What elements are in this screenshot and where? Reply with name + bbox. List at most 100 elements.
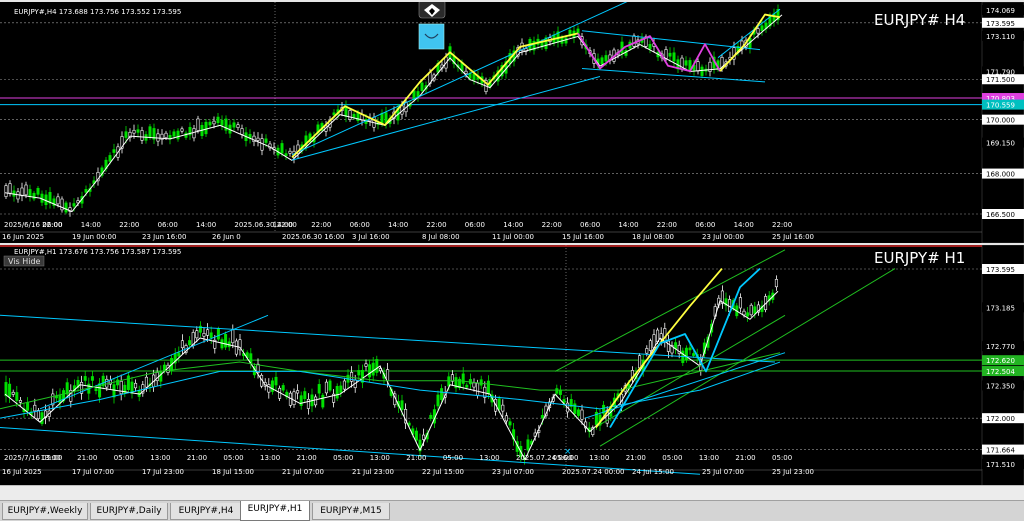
tab-h1-label: EURJPY#,H1 (247, 504, 303, 514)
candle-body (317, 384, 321, 394)
candle-body (749, 304, 753, 316)
price-label: 169.150 (986, 140, 1015, 148)
time-label: 21:00 (626, 454, 646, 462)
time-label: 05:00 (443, 454, 463, 462)
candle-body (58, 394, 62, 404)
candle-body (4, 382, 8, 397)
candle-body (204, 121, 208, 135)
candle-body (264, 138, 268, 143)
candle-body (742, 310, 746, 316)
vis-hide-button[interactable]: Vis Hide (8, 257, 41, 266)
price-label: 172.504 (986, 368, 1015, 376)
candle-body (620, 41, 624, 54)
candle-body (508, 421, 512, 426)
time-label: 21:00 (735, 454, 755, 462)
candle-body (220, 119, 224, 126)
time-label: 21:00 (406, 454, 426, 462)
time-label: 05:00 (333, 454, 353, 462)
tab-h4[interactable]: EURJPY#,H4 (170, 503, 242, 520)
h4-chart-canvas[interactable]: EURJPY#,H4 173.688 173.756 173.552 173.5… (0, 2, 1024, 243)
candle-body (632, 35, 636, 47)
candle-body (112, 149, 116, 153)
candle-body (303, 391, 307, 400)
time-label: 26 Jun 0 (212, 233, 241, 241)
candle-body (24, 184, 28, 196)
candle-body (256, 137, 260, 141)
candle-body (184, 132, 188, 138)
h1-chart-canvas[interactable]: × EURJPY#,H1 173.676 173.756 173.587 173… (0, 245, 1024, 486)
candle-body (20, 187, 24, 197)
candle-body (124, 131, 128, 138)
time-label: 23 Jul 00:00 (702, 233, 744, 241)
time-label: 23 Jul 07:00 (492, 468, 534, 476)
candle-body (18, 400, 22, 403)
candle-body (672, 52, 676, 62)
candle-body (36, 187, 40, 195)
candle-body (638, 355, 642, 369)
candle-body (645, 348, 649, 354)
tab-weekly[interactable]: EURJPY#,Weekly (2, 503, 88, 520)
price-label: 173.185 (986, 304, 1015, 312)
time-label: 24 Jul 15:00 (632, 468, 674, 476)
candle-body (696, 61, 700, 72)
tab-weekly-label: EURJPY#,Weekly (7, 506, 83, 516)
candle-body (384, 112, 388, 124)
candle-body (26, 402, 30, 411)
candle-body (32, 192, 36, 200)
time-label: 13:00 (479, 454, 499, 462)
price-label: 174.069 (986, 7, 1015, 15)
candle-body (236, 124, 240, 128)
candle-body (684, 60, 688, 66)
candle-body (144, 376, 148, 388)
time-label: 2025.06.30 16:00 (282, 233, 344, 241)
price-label: 168.000 (986, 171, 1015, 179)
candle-body (668, 52, 672, 57)
time-label: 05:00 (662, 454, 682, 462)
candle-body (216, 328, 220, 340)
signal-arrow-icon[interactable] (418, 2, 446, 19)
time-label: 05:00 (223, 454, 243, 462)
candle-body (212, 120, 216, 125)
candle-body (600, 57, 604, 65)
time-label: 25 Jul 16:00 (772, 233, 814, 241)
candle-body (774, 279, 778, 288)
time-label: 22:00 (426, 221, 446, 229)
candle-body (420, 82, 424, 91)
candle-body (760, 25, 764, 31)
tab-h1[interactable]: EURJPY#,H1 (240, 501, 310, 521)
h4-symbol-info: EURJPY#,H4 173.688 173.756 173.552 173.5… (14, 8, 181, 16)
candle-body (164, 132, 168, 139)
time-label: 06:00 (158, 221, 178, 229)
time-label: 21 Jul 23:00 (352, 468, 394, 476)
time-label: 23 Jun 16:00 (142, 233, 186, 241)
candle-body (604, 55, 608, 62)
candle-body (274, 376, 278, 386)
candle-body (284, 153, 288, 157)
candle-body (688, 347, 692, 351)
tab-m15[interactable]: EURJPY#,M15 (312, 503, 390, 520)
candle-body (414, 430, 418, 441)
horizontal-scrollbar[interactable] (0, 485, 1024, 500)
candle-body (335, 386, 339, 399)
candle-body (692, 353, 696, 356)
candle-body (648, 340, 652, 351)
candle-body (352, 113, 356, 118)
time-label: 13:00 (589, 454, 609, 462)
h1-chart-pane[interactable]: × EURJPY#,H1 173.676 173.756 173.587 173… (0, 245, 1024, 486)
time-label: 16 Jun 2025 (2, 233, 44, 241)
candle-body (134, 382, 138, 389)
candle-body (497, 398, 501, 410)
tab-daily[interactable]: EURJPY#,Daily (90, 503, 168, 520)
time-label: 05:00 (114, 454, 134, 462)
time-label: 25 Jul 23:00 (772, 468, 814, 476)
time-label: 21:00 (187, 454, 207, 462)
candle-body (260, 138, 264, 151)
candle-body (472, 73, 476, 81)
price-label: 172.350 (986, 382, 1015, 390)
candle-body (188, 340, 192, 346)
candle-body (176, 130, 180, 140)
smile-indicator-icon[interactable] (418, 23, 445, 50)
candle-body (292, 391, 296, 405)
candle-body (196, 118, 200, 131)
h4-chart-pane[interactable]: EURJPY#,H4 173.688 173.756 173.552 173.5… (0, 2, 1024, 243)
